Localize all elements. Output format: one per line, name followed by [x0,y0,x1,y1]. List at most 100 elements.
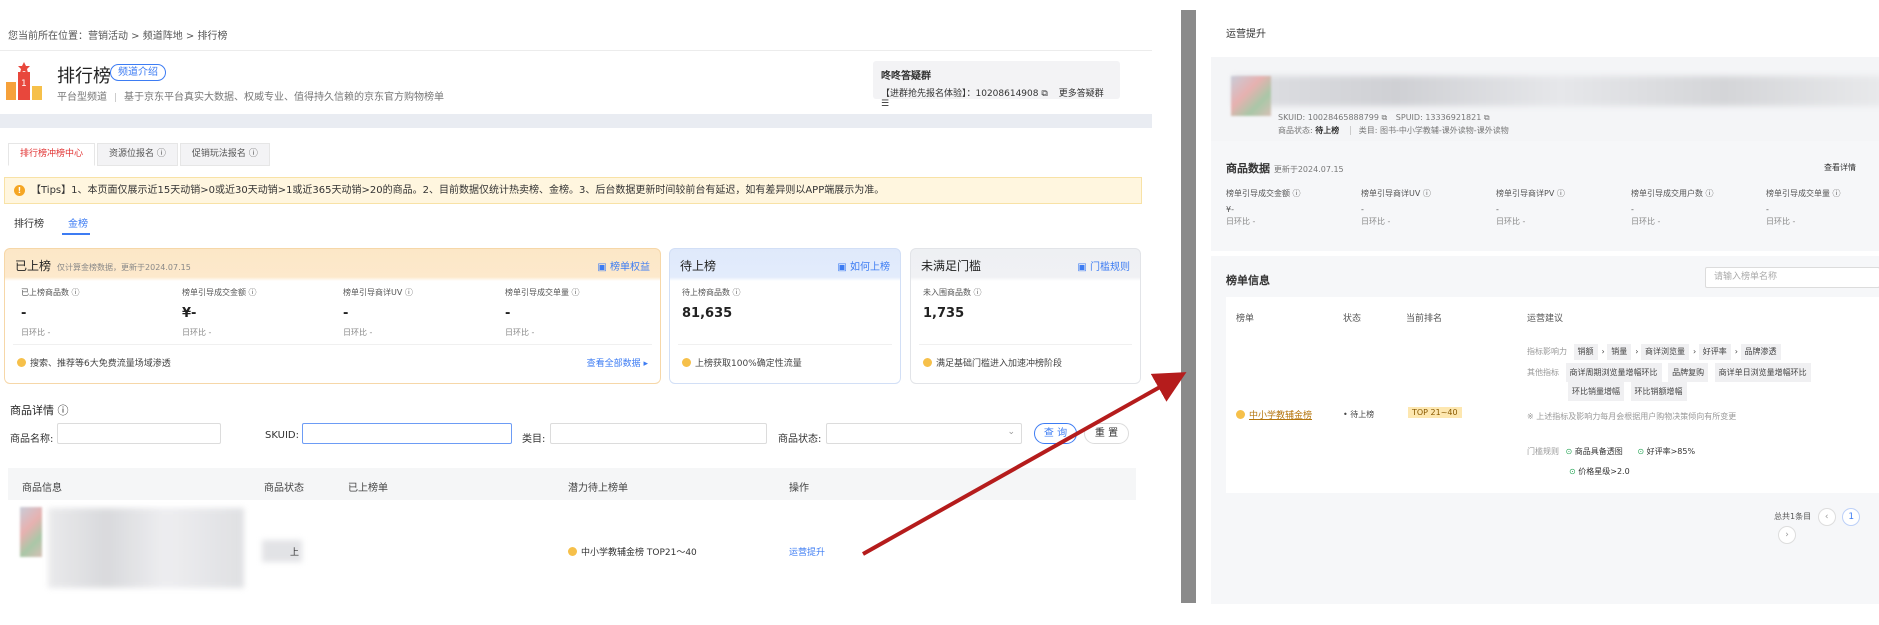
status-label: 商品状态: [778,434,822,445]
metric-label-text: 榜单引导成交单量 [1766,189,1830,198]
metric-label-text: 待上榜商品数 [682,288,730,297]
divider [0,50,1152,51]
subtab-gold[interactable]: 金榜 [68,215,88,230]
card-unmet: 未满足门槛 ▣ 门槛规则 未入围商品数 ⓘ 1,735 满足基础门槛进入加速冲榜阶… [910,248,1141,384]
threshold-rules-link[interactable]: ▣ 门槛规则 [1077,258,1130,273]
qa-group-row: 【进群抢先报名体验】：10208614908 ⧉ 更多答疑群 ☰ [881,86,1112,109]
how-to-list-link[interactable]: ▣ 如何上榜 [837,258,890,273]
metric-label: 榜单引导成交金额 ⓘ [182,287,257,298]
gate-item: 价格星级>2.0 [1578,467,1630,476]
rank-status-text: 待上榜 [1350,410,1375,419]
tab-promo-signup[interactable]: 促销玩法报名 ⓘ [179,143,270,166]
rank-benefits-label: 榜单权益 [610,262,650,273]
bulb-icon [923,358,932,367]
reset-button[interactable]: 重 置 [1084,423,1129,444]
rank-name[interactable]: 中小学教辅金榜 [1236,408,1312,421]
rth-status: 状态 [1343,314,1362,324]
check-icon: ⊙ [1569,467,1576,476]
bulb-icon [17,358,26,367]
operate-boost-link[interactable]: 运营提升 [789,545,825,558]
metric-value: ¥- [182,306,197,321]
metric-label: 榜单引导商详PV ⓘ [1496,188,1565,199]
next-page-button[interactable]: › [1778,526,1796,544]
gate-rules: 门槛规则 ⊙ 商品具备透图 ⊙ 好评率>85% ⊙ 价格星级>2.0 [1527,442,1747,482]
rank-badge: TOP 21~40 [1408,407,1462,418]
metric-label-text: 榜单引导成交金额 [1226,189,1290,198]
rank-benefits-link[interactable]: ▣ 榜单权益 [597,258,650,273]
sku-input[interactable] [302,423,512,444]
view-all-data-link[interactable]: 查看全部数据 ▸ [587,356,648,369]
subtab-ranking[interactable]: 排行榜 [14,215,44,230]
card-unmet-foot-text: 满足基础门槛进入加速冲榜阶段 [936,359,1063,369]
total-count: 总共1条目 [1774,512,1812,521]
metric-label: 已上榜商品数 ⓘ [21,287,80,298]
metric-value: 81,635 [682,306,733,321]
th-potential: 潜力待上榜单 [568,483,628,494]
detail-title: 商品详情 ⓘ [10,402,69,418]
doc-icon: ▣ [1077,262,1087,273]
tips-text: 【Tips】1、本页面仅展示近15天动销>0或近30天动销>1或近365天动销>… [31,185,885,196]
card-listed-foot-text: 搜索、推荐等6大免费流量场域渗透 [30,359,171,369]
section-band [0,114,1152,128]
tab-resource-signup[interactable]: 资源位报名 ⓘ [97,143,178,166]
category-text: 类目: 图书-中小学教辅-课外读物-课外读物 [1358,126,1509,135]
advice-others: 其他指标 商详周期浏览量增幅环比 品牌复购 商详单日浏览量增幅环比 环比销量增幅… [1527,363,1872,401]
metric: 榜单引导成交金额 ⓘ ¥- 日环比 - [1226,188,1301,227]
product-thumbnail [20,507,42,557]
sku-label: SKUID: [265,430,299,441]
status-select[interactable]: ⌄ [826,423,1022,444]
metric: 待上榜商品数 ⓘ 81,635 [682,287,741,321]
help-icon: ⓘ [57,404,69,417]
separator [1349,126,1351,135]
card-unmet-title: 未满足门槛 [921,259,982,273]
query-button[interactable]: 查 询 [1034,423,1077,444]
page-number-button[interactable]: 1 [1842,508,1861,526]
metric: 榜单引导成交单量 ⓘ - 日环比 - [1766,188,1841,227]
prev-page-button[interactable]: ‹ [1817,508,1836,526]
metric-label: 未入围商品数 ⓘ [923,287,982,298]
card-pending-title: 待上榜 [680,259,717,273]
more-groups-link[interactable]: 更多答疑群 [1059,89,1104,99]
copy-icon[interactable]: ⧉ [1484,113,1490,122]
rank-search-input[interactable]: 请输入榜单名称 [1705,267,1879,288]
factor-chip: 好评率 [1698,344,1731,360]
advice-factors: 指标影响力 销额 › 销量 › 商详浏览量 › 好评率 › 品牌渗透 [1527,344,1797,360]
gate-item: 好评率>85% [1646,447,1696,456]
category-input[interactable] [550,423,767,444]
warning-icon: ! [14,185,25,196]
breadcrumb: 您当前所在位置：营销活动 > 频道阵地 > 排行榜 [8,31,228,42]
help-icon: ⓘ [404,288,413,297]
doc-icon: ▣ [837,262,847,273]
view-all-data-label: 查看全部数据 [586,359,641,369]
view-detail-link[interactable]: 查看详情 [1824,162,1856,173]
gate-label: 门槛规则 [1527,447,1559,456]
help-icon: ⓘ [1556,189,1565,198]
status-category-line: 商品状态: 待上榜 类目: 图书-中小学教辅-课外读物-课外读物 [1278,125,1509,136]
metric-value: - [505,306,511,321]
metric-value: - [1631,205,1634,214]
metric-label: 榜单引导成交单量 ⓘ [505,287,580,298]
metric-rate: 日环比 - [343,328,373,337]
factor-label: 指标影响力 [1527,347,1567,356]
threshold-rules-label: 门槛规则 [1090,262,1130,273]
metric: 榜单引导商详UV ⓘ - 日环比 - [343,287,413,338]
help-icon: ⓘ [248,288,257,297]
name-input[interactable] [57,423,221,444]
channel-intro-pill[interactable]: 频道介绍 [110,64,166,81]
help-icon: ⓘ [571,288,580,297]
factor-chip: 销量 [1607,344,1632,360]
data-title-text: 商品数据 [1226,162,1270,175]
copy-icon[interactable]: ⧉ [1382,113,1388,122]
advice-hint: ※ 上述指标及影响力每月会根据用户购物决策倾向有所变更 [1527,412,1737,421]
tab-ranking-center[interactable]: 排行榜冲榜中心 [8,143,96,166]
product-thumbnail [1231,76,1271,116]
card-pending-foot-text: 上榜获取100%确定性流量 [695,359,802,369]
other-chip: 商详周期浏览量增幅环比 [1565,363,1662,382]
th-listed: 已上榜单 [348,483,388,494]
rank-name-text: 中小学教辅金榜 [1249,411,1313,421]
category-label: 类目: [522,434,546,445]
data-note: 更新于2024.07.15 [1273,165,1344,174]
qa-group-title: 咚咚答疑群 [881,71,931,82]
copy-icon[interactable]: ⧉ [1041,89,1047,99]
metric-rate: 日环比 - [1496,217,1526,226]
